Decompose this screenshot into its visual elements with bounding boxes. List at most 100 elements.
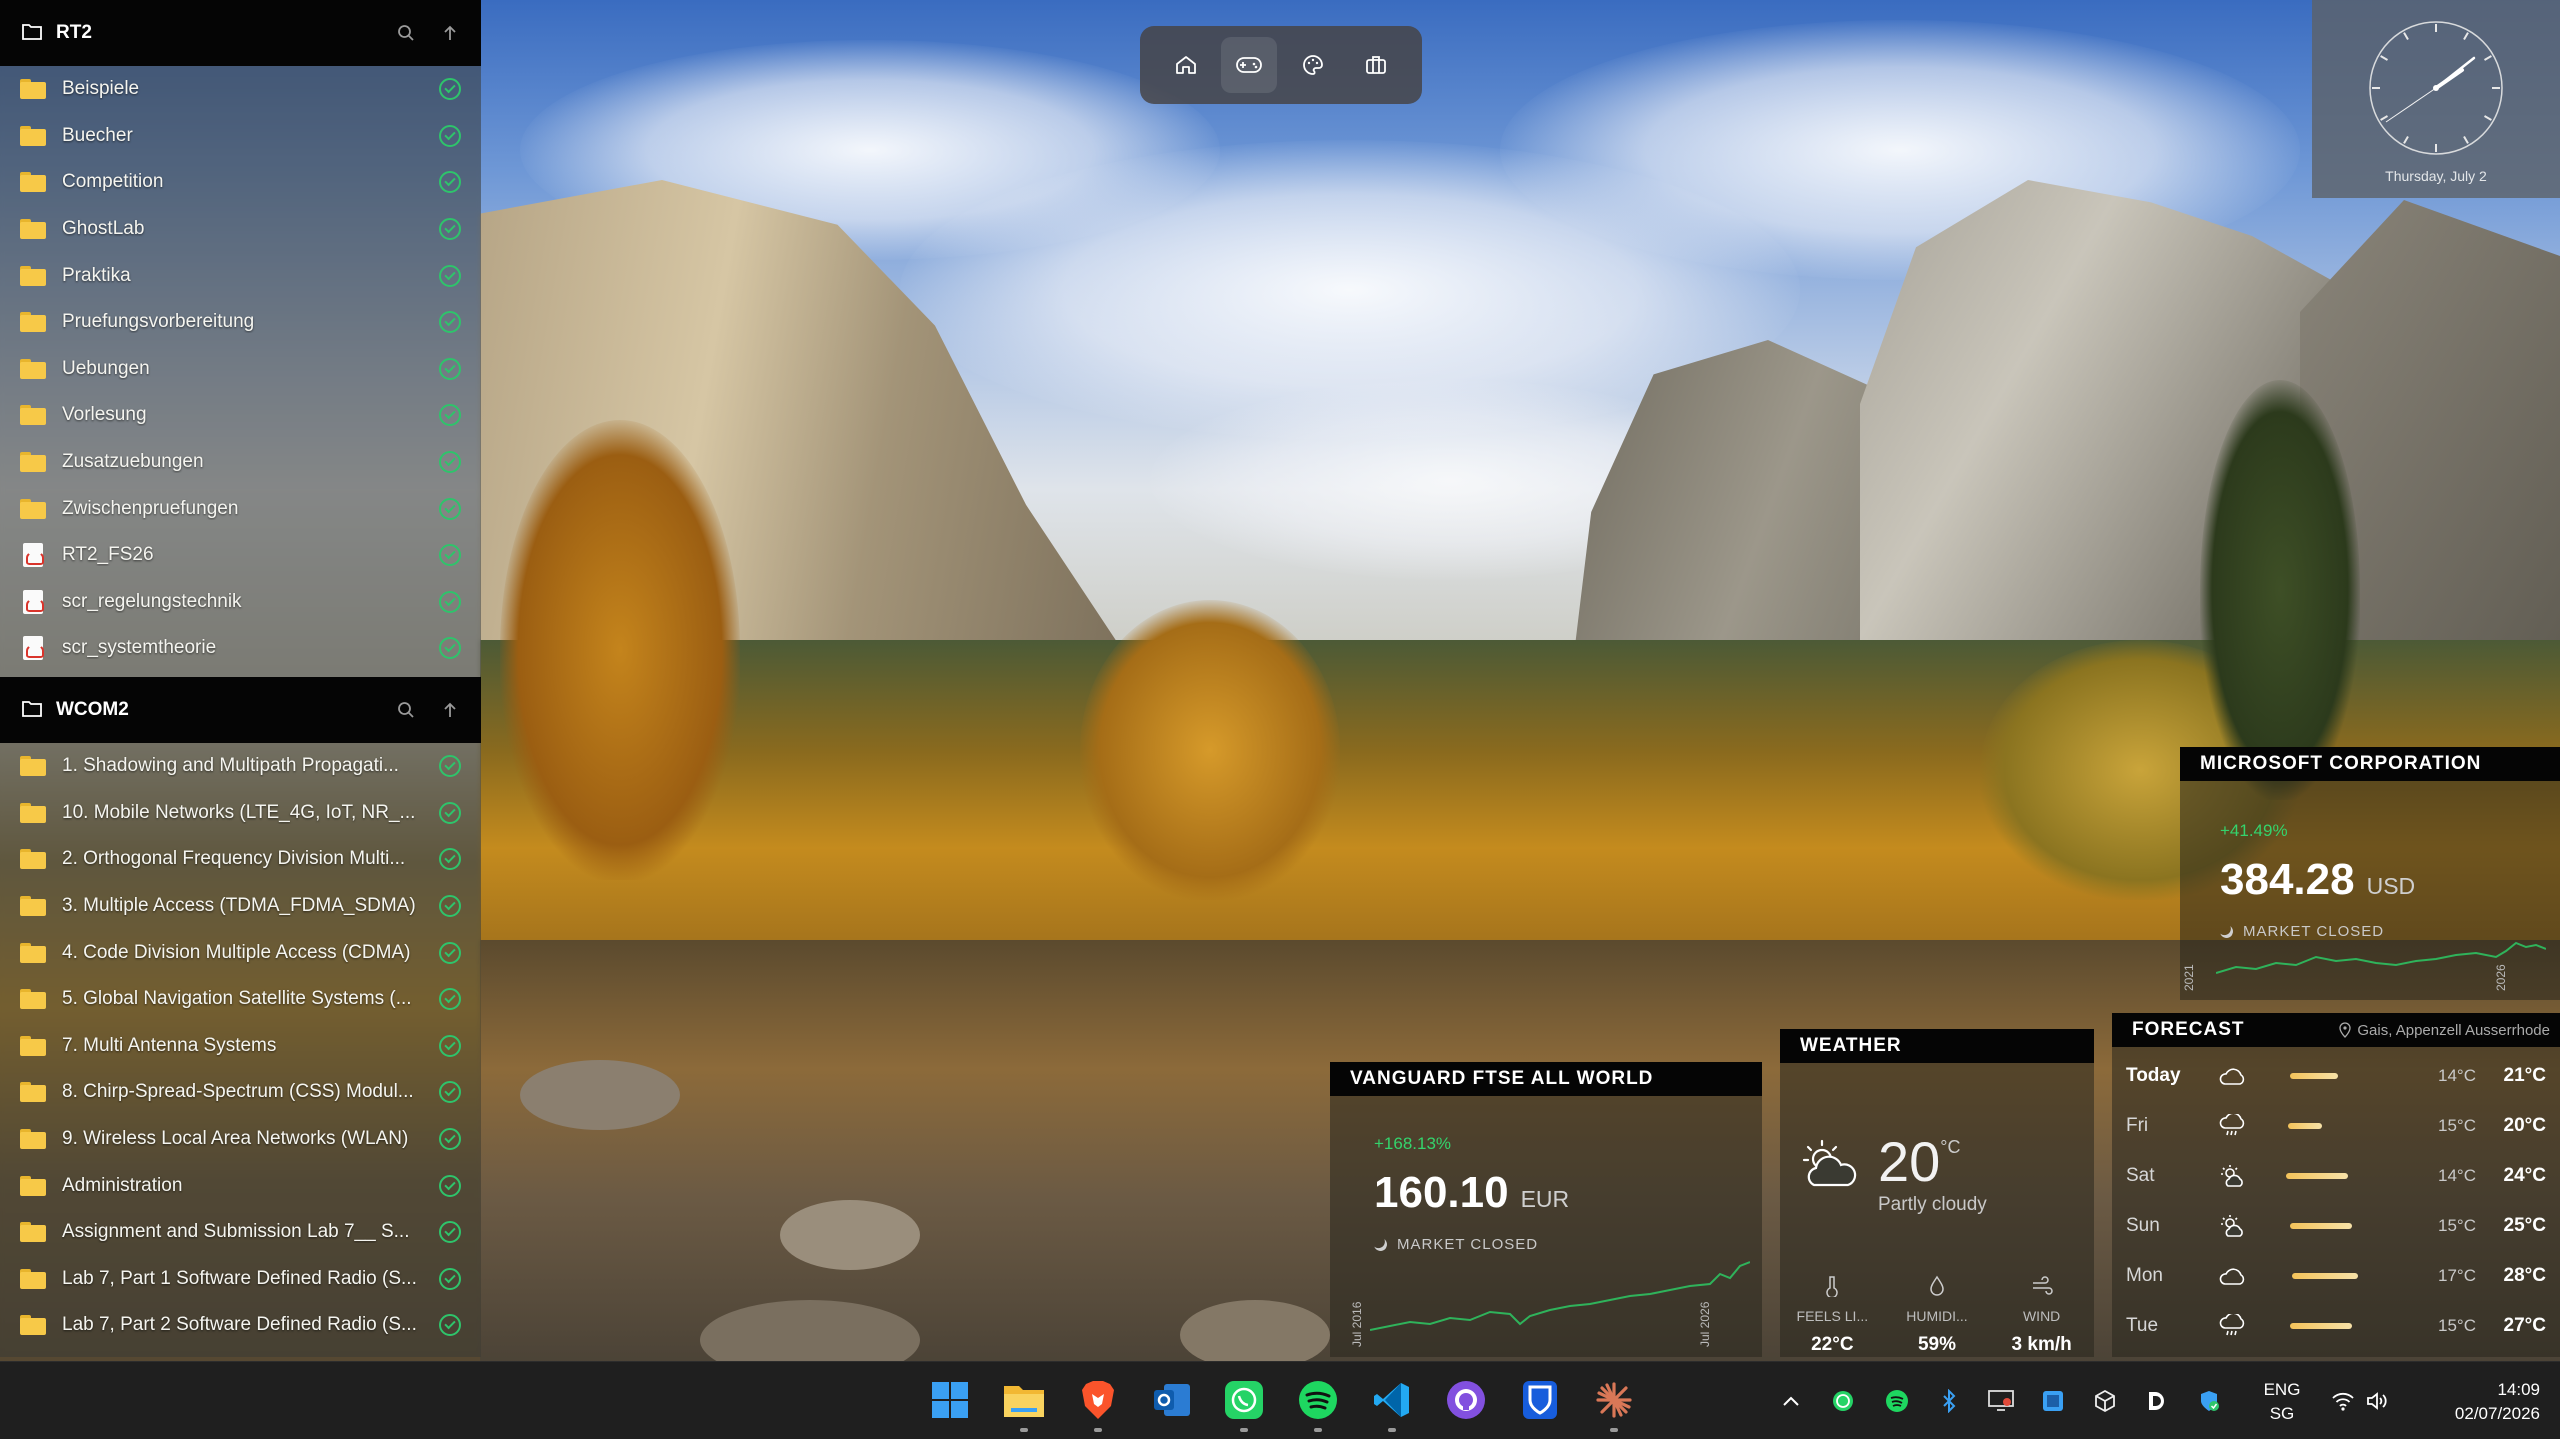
folder-item[interactable]: Praktika — [0, 252, 481, 299]
item-label: Lab 7, Part 2 Software Defined Radio (S.… — [62, 1314, 417, 1336]
stock-widget-msft[interactable]: MICROSOFT CORPORATION +41.49% 384.28 USD… — [2180, 747, 2560, 1000]
folder-item[interactable]: 3. Multiple Access (TDMA_FDMA_SDMA) — [0, 883, 481, 930]
search-icon[interactable] — [395, 22, 417, 44]
forecast-row: Sat 14°C 24°C — [2112, 1151, 2560, 1201]
folder-item[interactable]: 1. Shadowing and Multipath Propagati... — [0, 743, 481, 790]
app-tray-icon[interactable] — [2040, 1388, 2066, 1414]
forecast-row: Tue 15°C 27°C — [2112, 1301, 2560, 1351]
claude-icon[interactable] — [1592, 1378, 1636, 1432]
item-label: scr_systemtheorie — [62, 637, 217, 659]
wifi-icon[interactable] — [2330, 1388, 2356, 1414]
dolby-icon[interactable] — [2144, 1388, 2170, 1414]
home-icon[interactable] — [1158, 37, 1214, 93]
forecast-widget[interactable]: FORECAST Gais, Appenzell Ausserrhode Tod… — [2112, 1013, 2560, 1357]
folder-icon — [20, 802, 46, 823]
rain-icon — [2212, 1114, 2252, 1138]
github-desktop-icon[interactable] — [1444, 1378, 1488, 1422]
folder-item[interactable]: Vorlesung — [0, 392, 481, 439]
stock-change: +41.49% — [2220, 821, 2288, 840]
sync-check-icon — [439, 637, 461, 660]
file-item[interactable]: scr_regelungstechnik — [0, 579, 481, 626]
folder-item[interactable]: Lab 7, Part 1 Software Defined Radio (S.… — [0, 1256, 481, 1303]
forecast-high: 28°C — [2503, 1265, 2546, 1286]
security-shield-icon[interactable] — [2196, 1388, 2222, 1414]
folder-panel-title: RT2 — [56, 22, 92, 43]
folder-item[interactable]: Lab 7, Part 2 Software Defined Radio (S.… — [0, 1302, 481, 1349]
gamepad-icon[interactable] — [1221, 37, 1278, 93]
forecast-row: Fri 15°C 20°C — [2112, 1101, 2560, 1151]
folder-item[interactable]: 7. Multi Antenna Systems — [0, 1023, 481, 1070]
taskbar-clock[interactable]: 14:09 02/07/2026 — [2410, 1378, 2540, 1426]
forecast-row: Today 14°C 21°C — [2112, 1051, 2560, 1101]
start-button[interactable] — [928, 1378, 972, 1422]
wind-stat: WIND 3 km/h — [1997, 1275, 2087, 1356]
arrow-up-icon[interactable] — [439, 699, 461, 721]
sync-check-icon — [439, 1174, 461, 1197]
folder-item[interactable]: Pruefungsvorbereitung — [0, 299, 481, 346]
briefcase-icon[interactable] — [1348, 37, 1404, 93]
folder-item[interactable]: 2. Orthogonal Frequency Division Multi..… — [0, 836, 481, 883]
stock-widget-vanguard[interactable]: VANGUARD FTSE ALL WORLD +168.13% 160.10 … — [1330, 1062, 1762, 1357]
folder-item[interactable]: 5. Global Navigation Satellite Systems (… — [0, 976, 481, 1023]
weather-temp-unit: °C — [1940, 1137, 1961, 1157]
folder-item[interactable]: 8. Chirp-Spread-Spectrum (CSS) Modul... — [0, 1069, 481, 1116]
forecast-day: Sun — [2126, 1215, 2160, 1236]
analog-clock-icon — [2369, 21, 2503, 155]
forecast-day: Tue — [2126, 1315, 2159, 1336]
volume-icon[interactable] — [2364, 1388, 2390, 1414]
folder-item[interactable]: Zwischenpruefungen — [0, 485, 481, 532]
folder-item[interactable]: Beispiele — [0, 66, 481, 113]
file-item[interactable]: scr_systemtheorie — [0, 625, 481, 672]
spotify-tray-icon[interactable] — [1884, 1388, 1910, 1414]
folder-item[interactable]: 9. Wireless Local Area Networks (WLAN) — [0, 1116, 481, 1163]
outlook-icon[interactable] — [1150, 1378, 1194, 1422]
folder-item[interactable]: Assignment and Submission Lab 7__ S... — [0, 1209, 481, 1256]
folder-icon — [20, 452, 46, 473]
folder-item[interactable]: Administration — [0, 1162, 481, 1209]
display-settings-icon[interactable] — [1988, 1388, 2014, 1414]
whatsapp-icon[interactable] — [1222, 1378, 1266, 1432]
weather-condition: Partly cloudy — [1878, 1194, 1987, 1215]
folder-icon — [20, 1175, 46, 1196]
folder-item[interactable]: Competition — [0, 159, 481, 206]
language-indicator[interactable]: ENG SG — [2256, 1378, 2308, 1426]
folder-icon — [20, 942, 46, 963]
vscode-icon[interactable] — [1370, 1378, 1414, 1432]
sync-check-icon — [439, 404, 461, 427]
search-icon[interactable] — [395, 699, 417, 721]
humidity-stat: HUMIDI... 59% — [1892, 1275, 1982, 1356]
arrow-up-icon[interactable] — [439, 22, 461, 44]
cube-icon[interactable] — [2092, 1388, 2118, 1414]
forecast-row: Sun 15°C 25°C — [2112, 1201, 2560, 1251]
forecast-high: 21°C — [2503, 1065, 2546, 1086]
folder-item[interactable]: GhostLab — [0, 206, 481, 253]
folder-item[interactable]: Uebungen — [0, 346, 481, 393]
folder-item[interactable]: 10. Mobile Networks (LTE_4G, IoT, NR_... — [0, 790, 481, 837]
forecast-low: 17°C — [2438, 1266, 2476, 1285]
spotify-icon[interactable] — [1296, 1378, 1340, 1432]
stock-title: MICROSOFT CORPORATION — [2180, 747, 2560, 781]
item-label: Praktika — [62, 264, 131, 286]
weather-temp: 20 — [1878, 1130, 1941, 1193]
weather-widget[interactable]: WEATHER 20 °C Partly cloudy FEELS LI... … — [1780, 1029, 2094, 1357]
whatsapp-tray-icon[interactable] — [1830, 1388, 1856, 1414]
bluetooth-icon[interactable] — [1936, 1388, 1962, 1414]
axis-end-label: Jul 2026 — [1698, 1301, 1712, 1347]
folder-item[interactable]: Buecher — [0, 113, 481, 160]
chevron-up-icon[interactable] — [1778, 1388, 1804, 1414]
thermometer-icon — [1826, 1276, 1839, 1299]
stock-currency: EUR — [1520, 1186, 1570, 1212]
rain-icon — [2212, 1314, 2252, 1338]
file-explorer-icon[interactable] — [1002, 1378, 1046, 1432]
sync-check-icon — [439, 78, 461, 101]
brave-browser-icon[interactable] — [1076, 1378, 1120, 1432]
sync-check-icon — [439, 1267, 461, 1290]
folder-item[interactable]: 4. Code Division Multiple Access (CDMA) — [0, 929, 481, 976]
folder-item[interactable]: Zusatzuebungen — [0, 439, 481, 486]
bitwarden-icon[interactable] — [1518, 1378, 1562, 1422]
sync-check-icon — [439, 264, 461, 287]
file-item[interactable]: RT2_FS26 — [0, 532, 481, 579]
forecast-low: 15°C — [2438, 1216, 2476, 1235]
stock-currency: USD — [2366, 873, 2416, 899]
palette-icon[interactable] — [1285, 37, 1341, 93]
